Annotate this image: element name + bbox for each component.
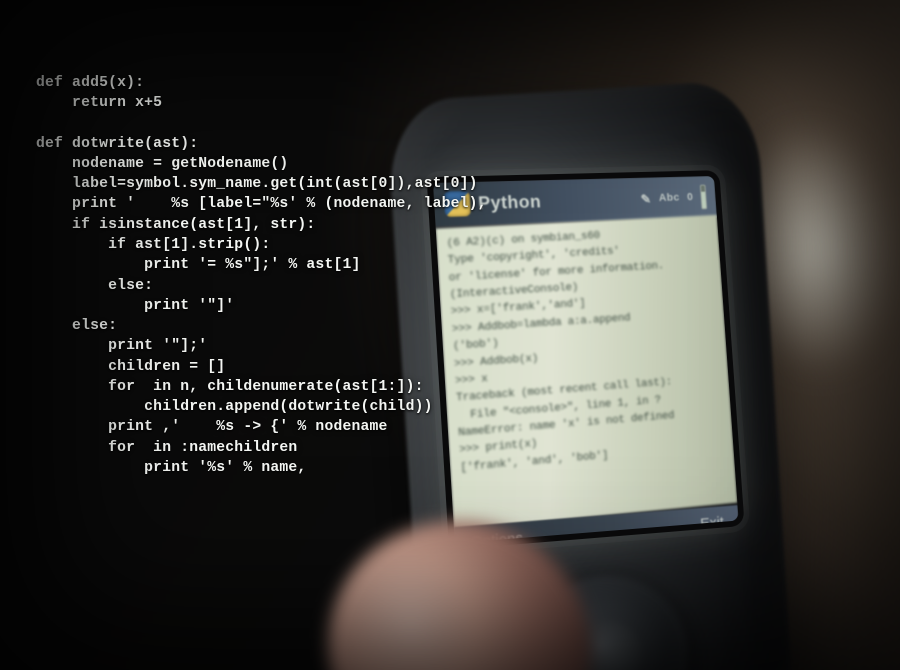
app-title: Python	[478, 191, 542, 213]
pencil-icon: ✎	[640, 192, 652, 205]
status-right: ✎ Abc 0	[640, 185, 707, 211]
input-mode: Abc	[658, 192, 680, 204]
clock: 0	[687, 192, 694, 204]
code-overlay: def add5(x): return x+5 def dotwrite(ast…	[36, 73, 487, 479]
battery-icon	[700, 185, 707, 210]
frame: Python ✎ Abc 0 (6 A2)(c) on symbian_s60 …	[0, 0, 900, 670]
